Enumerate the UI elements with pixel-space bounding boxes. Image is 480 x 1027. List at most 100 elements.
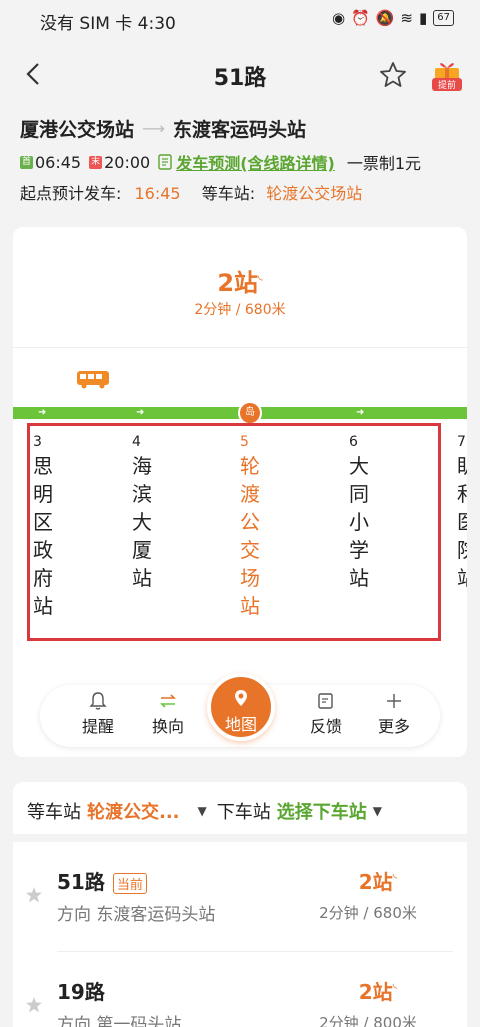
station-name: 海滨大厦站	[132, 454, 152, 590]
service-times: 首 06:45 末 20:00 发车预测(含线路详情) 一票制1元	[20, 150, 421, 174]
current-badge: 当前	[112, 873, 147, 894]
first-bus-time: 06:45	[35, 152, 82, 172]
status-icons: ◉ ⏰ 🔕 ≋ ▮ 67	[332, 9, 454, 27]
reverse-label: 换向	[151, 717, 184, 736]
more-plus-icon	[387, 694, 401, 708]
station-name: 眀和医院站	[457, 454, 467, 590]
alight-station-label: 下车站	[216, 802, 271, 823]
station-item-current[interactable]: 5 轮渡公交场站	[240, 432, 270, 620]
line-name-text: 51路	[57, 870, 105, 894]
route-from: 厦港公交场站	[20, 119, 135, 141]
line-eta-detail: 2分钟 / 680米	[319, 904, 417, 922]
alert-icon: ▮	[419, 9, 428, 27]
station-number: 6	[349, 434, 358, 450]
feedback-icon	[318, 693, 333, 709]
nearby-lines-card: 等车站 轮渡公交... ▼ 下车站 选择下车站 ▼ 51路 当前 方向 东渡客运码…	[13, 782, 467, 1027]
bell-icon	[89, 692, 107, 710]
more-label: 更多	[377, 717, 410, 736]
station-selector: 等车站 轮渡公交... ▼ 下车站 选择下车站 ▼	[27, 798, 382, 824]
wifi-icon: ≋	[400, 9, 413, 27]
divider	[13, 347, 467, 348]
favorite-star-icon[interactable]	[378, 60, 408, 90]
status-text: 没有 SIM 卡 4:30	[40, 14, 176, 34]
route-endpoints: 厦港公交场站 ⟶ 东渡客运码头站	[20, 115, 306, 142]
battery-icon: 67	[433, 10, 454, 26]
depart-label: 起点预计发车:	[20, 184, 122, 203]
route-to: 东渡客运码头站	[172, 119, 306, 141]
first-bus-tag: 首	[20, 155, 33, 169]
eta-stops-text: 2站	[217, 269, 259, 297]
station-item[interactable]: 4 海滨大厦站	[132, 432, 162, 592]
last-bus-time: 20:00	[104, 152, 151, 172]
more-button[interactable]: 更多	[364, 691, 424, 737]
depart-time: 16:45	[134, 184, 181, 203]
station-number: 5	[240, 434, 249, 450]
last-bus-tag: 末	[89, 155, 103, 169]
line-direction: 方向 第一码头站	[57, 1015, 182, 1027]
wait-station[interactable]: 轮渡公交场站	[266, 184, 362, 203]
map-pin-icon	[235, 690, 247, 706]
station-item[interactable]: 6 大同小学站	[349, 432, 379, 592]
alarm-icon: ⏰	[351, 9, 370, 27]
line-eta: 2站◟	[323, 866, 433, 895]
status-bar: 没有 SIM 卡 4:30 ◉ ⏰ 🔕 ≋ ▮ 67	[0, 0, 480, 38]
station-number: 3	[33, 434, 42, 450]
track-arrow-icon: ➜	[356, 407, 365, 418]
mute-icon: 🔕	[375, 9, 395, 27]
signal-icon: ◟	[392, 866, 398, 880]
alight-station-select[interactable]: 选择下车站	[277, 798, 367, 824]
gift-label: 提前	[438, 79, 456, 91]
remind-button[interactable]: 提醒	[68, 691, 128, 737]
gift-icon[interactable]: 提前	[430, 56, 464, 94]
line-name: 51路 当前	[57, 866, 147, 895]
bus-icon	[77, 371, 109, 389]
forecast-link[interactable]: 发车预测(含线路详情)	[176, 150, 335, 174]
line-name: 19路	[57, 976, 105, 1005]
line-eta-text: 2站	[358, 980, 393, 1004]
station-number: 7	[457, 434, 466, 450]
divider	[13, 834, 467, 842]
station-name: 轮渡公交场站	[240, 454, 260, 618]
action-bar: 提醒 换向 地图 反馈 更多	[40, 673, 440, 747]
signal-icon: ◟	[392, 976, 398, 990]
signal-icon: ◟	[258, 268, 263, 282]
route-card: 2站◟ 2分钟 / 680米 ➜ ➜ ➜ 岛 3 思明区政府站 4 海滨大厦站 …	[13, 227, 467, 757]
eta-detail: 2分钟 / 680米	[194, 302, 286, 318]
line-row[interactable]: 51路 当前 方向 东渡客运码头站 2站◟ 2分钟 / 680米	[13, 842, 467, 952]
feedback-button[interactable]: 反馈	[296, 691, 356, 737]
page-title: 51路	[213, 66, 267, 91]
station-item-partial[interactable]: 7 眀和医院站	[457, 432, 467, 592]
station-name: 思明区政府站	[33, 454, 53, 618]
track-arrow-icon: ➜	[136, 407, 145, 418]
chevron-down-icon[interactable]: ▼	[373, 804, 382, 818]
map-label: 地图	[224, 715, 257, 734]
remind-label: 提醒	[81, 717, 114, 736]
chevron-down-icon[interactable]: ▼	[198, 804, 207, 818]
map-button[interactable]: 地图	[207, 673, 275, 741]
ticket-price: 一票制1元	[346, 154, 422, 173]
star-icon[interactable]	[25, 886, 43, 904]
swap-arrows-icon	[160, 694, 176, 708]
wait-station-select[interactable]: 轮渡公交...	[87, 798, 180, 824]
station-name: 大同小学站	[349, 454, 369, 590]
current-station-marker: 岛	[238, 401, 262, 425]
departure-info: 起点预计发车: 16:45 等车站: 轮渡公交场站	[20, 180, 362, 204]
eta-stops: 2站◟	[13, 263, 467, 298]
route-arrow-icon: ⟶	[142, 119, 165, 138]
station-number: 4	[132, 434, 141, 450]
nav-bar: 51路 提前	[0, 48, 480, 104]
line-row[interactable]: 19路 方向 第一码头站 2站◟ 2分钟 / 800米	[13, 952, 467, 1027]
document-icon	[158, 154, 172, 170]
track-arrow-icon: ➜	[38, 407, 47, 418]
reverse-button[interactable]: 换向	[138, 691, 198, 737]
wait-label: 等车站:	[201, 184, 256, 203]
wait-station-label: 等车站	[27, 802, 81, 823]
station-item[interactable]: 3 思明区政府站	[33, 432, 63, 620]
feedback-label: 反馈	[309, 717, 342, 736]
star-icon[interactable]	[25, 996, 43, 1014]
eye-icon: ◉	[331, 9, 346, 27]
line-name-text: 19路	[57, 980, 105, 1004]
line-direction: 方向 东渡客运码头站	[57, 905, 216, 925]
line-eta-detail: 2分钟 / 800米	[319, 1014, 417, 1027]
line-eta: 2站◟	[323, 976, 433, 1005]
